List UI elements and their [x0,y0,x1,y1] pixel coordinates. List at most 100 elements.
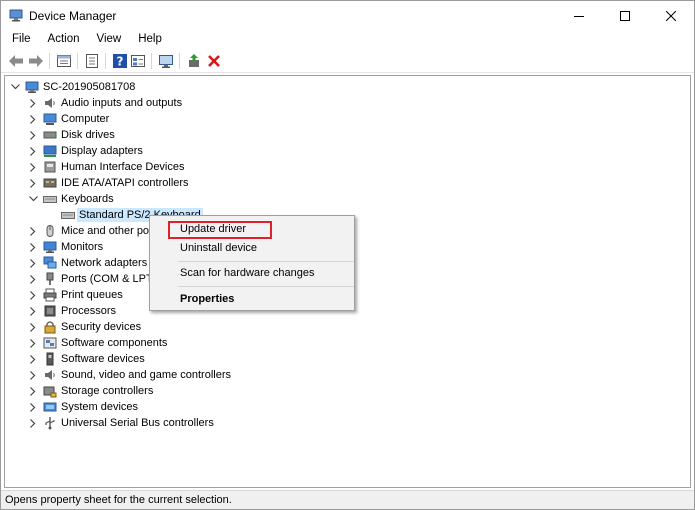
chevron-right-icon[interactable] [27,255,39,271]
tree-item-label: Print queues [61,289,123,301]
properties-button[interactable] [55,52,73,70]
chevron-right-icon[interactable] [27,319,39,335]
window-title: Device Manager [29,9,117,23]
display-adapter-icon [43,145,57,157]
chevron-right-icon[interactable] [27,415,39,431]
tree-item-label: Mice and other poi [61,225,152,237]
chevron-right-icon[interactable] [27,399,39,415]
tree-item-ide[interactable]: IDE ATA/ATAPI controllers [5,175,685,191]
tree-item-hid[interactable]: Human Interface Devices [5,159,685,175]
update-driver-toolbar-button[interactable] [185,52,203,70]
uninstall-device-menu-item[interactable]: Uninstall device [180,242,257,254]
menu-action[interactable]: Action [38,31,87,49]
close-icon [666,11,676,21]
security-device-icon [44,321,56,334]
computer-root-icon [25,81,39,93]
menu-bar: File Action View Help [1,31,694,49]
help-icon: ? [113,54,127,69]
tree-item-label: Software components [61,337,168,349]
tree-item-audio[interactable]: Audio inputs and outputs [5,95,685,111]
chevron-right-icon[interactable] [27,159,39,175]
tree-item-usb[interactable]: Universal Serial Bus controllers [5,415,685,431]
menu-view[interactable]: View [87,31,129,49]
scan-hardware-menu-item[interactable]: Scan for hardware changes [180,267,315,279]
system-device-icon [43,402,57,412]
uninstall-toolbar-button[interactable] [205,52,223,70]
chevron-right-icon[interactable] [27,95,39,111]
maximize-button[interactable] [602,1,648,31]
chevron-right-icon[interactable] [27,367,39,383]
chevron-right-icon[interactable] [27,223,39,239]
chevron-right-icon[interactable] [27,287,39,303]
tree-item-display-adapters[interactable]: Display adapters [5,143,685,159]
tree-item-label: Universal Serial Bus controllers [61,417,214,429]
back-button[interactable] [7,52,25,70]
chevron-right-icon[interactable] [27,271,39,287]
computer-icon [43,113,57,125]
tree-item-label: Monitors [61,241,104,253]
tree-item-storage-controllers[interactable]: Storage controllers [5,383,685,399]
printer-icon [43,288,57,302]
chevron-down-icon[interactable] [9,79,21,95]
tree-item-label: Sound, video and game controllers [61,369,231,381]
menu-separator [178,286,354,287]
tree-item-label: Storage controllers [61,385,154,397]
tree-item-label: Ports (COM & LPT) [61,273,157,285]
chevron-down-icon[interactable] [27,191,39,207]
mouse-icon [46,225,54,237]
chevron-right-icon[interactable] [27,303,39,319]
processor-icon [44,305,56,317]
speaker-icon [45,98,55,108]
minimize-icon [574,16,584,17]
tree-item-software-devices[interactable]: Software devices [5,351,685,367]
tree-item-label: Human Interface Devices [61,161,185,173]
scan-monitor-icon [159,55,173,68]
network-adapter-icon [43,256,57,269]
tree-item-keyboards[interactable]: Keyboards [5,191,685,207]
help-book-button[interactable] [83,52,101,70]
title-bar: Device Manager [1,1,694,31]
tree-item-security-devices[interactable]: Security devices [5,319,685,335]
usb-icon [45,417,55,430]
help-button[interactable]: ? [111,52,129,70]
tree-item-label: Network adapters [61,257,148,269]
software-component-icon [43,337,57,349]
chevron-right-icon[interactable] [27,127,39,143]
tree-item-label: Software devices [61,353,145,365]
scan-hardware-button[interactable] [157,52,175,70]
close-button[interactable] [648,1,694,31]
menu-help[interactable]: Help [128,31,169,49]
maximize-icon [620,11,630,21]
tree-item-label: Audio inputs and outputs [61,97,183,109]
tree-item-label: Security devices [61,321,142,333]
update-driver-icon [189,54,199,67]
tree-item-system-devices[interactable]: System devices [5,399,685,415]
tree-item-software-components[interactable]: Software components [5,335,685,351]
device-manager-window: Device Manager File Action View Help ? S… [0,0,695,510]
chevron-right-icon[interactable] [27,383,39,399]
minimize-button[interactable] [556,1,602,31]
chevron-right-icon[interactable] [27,175,39,191]
update-driver-menu-item[interactable]: Update driver [180,223,246,235]
tree-item-label: Computer [61,113,110,125]
forward-button[interactable] [27,52,45,70]
tree-item-computer[interactable]: Computer [5,111,685,127]
chevron-right-icon[interactable] [27,351,39,367]
menu-file[interactable]: File [1,31,38,49]
forward-arrow-icon [29,55,43,67]
chevron-right-icon[interactable] [27,239,39,255]
tree-item-sound-video[interactable]: Sound, video and game controllers [5,367,685,383]
properties-menu-item[interactable]: Properties [180,293,234,305]
tree-item-disk-drives[interactable]: Disk drives [5,127,685,143]
tree-item-label: Display adapters [61,145,143,157]
details-view-icon [131,55,145,67]
hid-icon [44,161,56,173]
chevron-right-icon[interactable] [27,335,39,351]
back-arrow-icon [9,55,23,67]
chevron-right-icon[interactable] [27,111,39,127]
context-menu: Update driver Uninstall device Scan for … [149,215,355,311]
tree-root[interactable]: SC-201905081708 [5,79,685,95]
details-view-button[interactable] [129,52,147,70]
chevron-right-icon[interactable] [27,143,39,159]
tree-item-label: Disk drives [61,129,115,141]
